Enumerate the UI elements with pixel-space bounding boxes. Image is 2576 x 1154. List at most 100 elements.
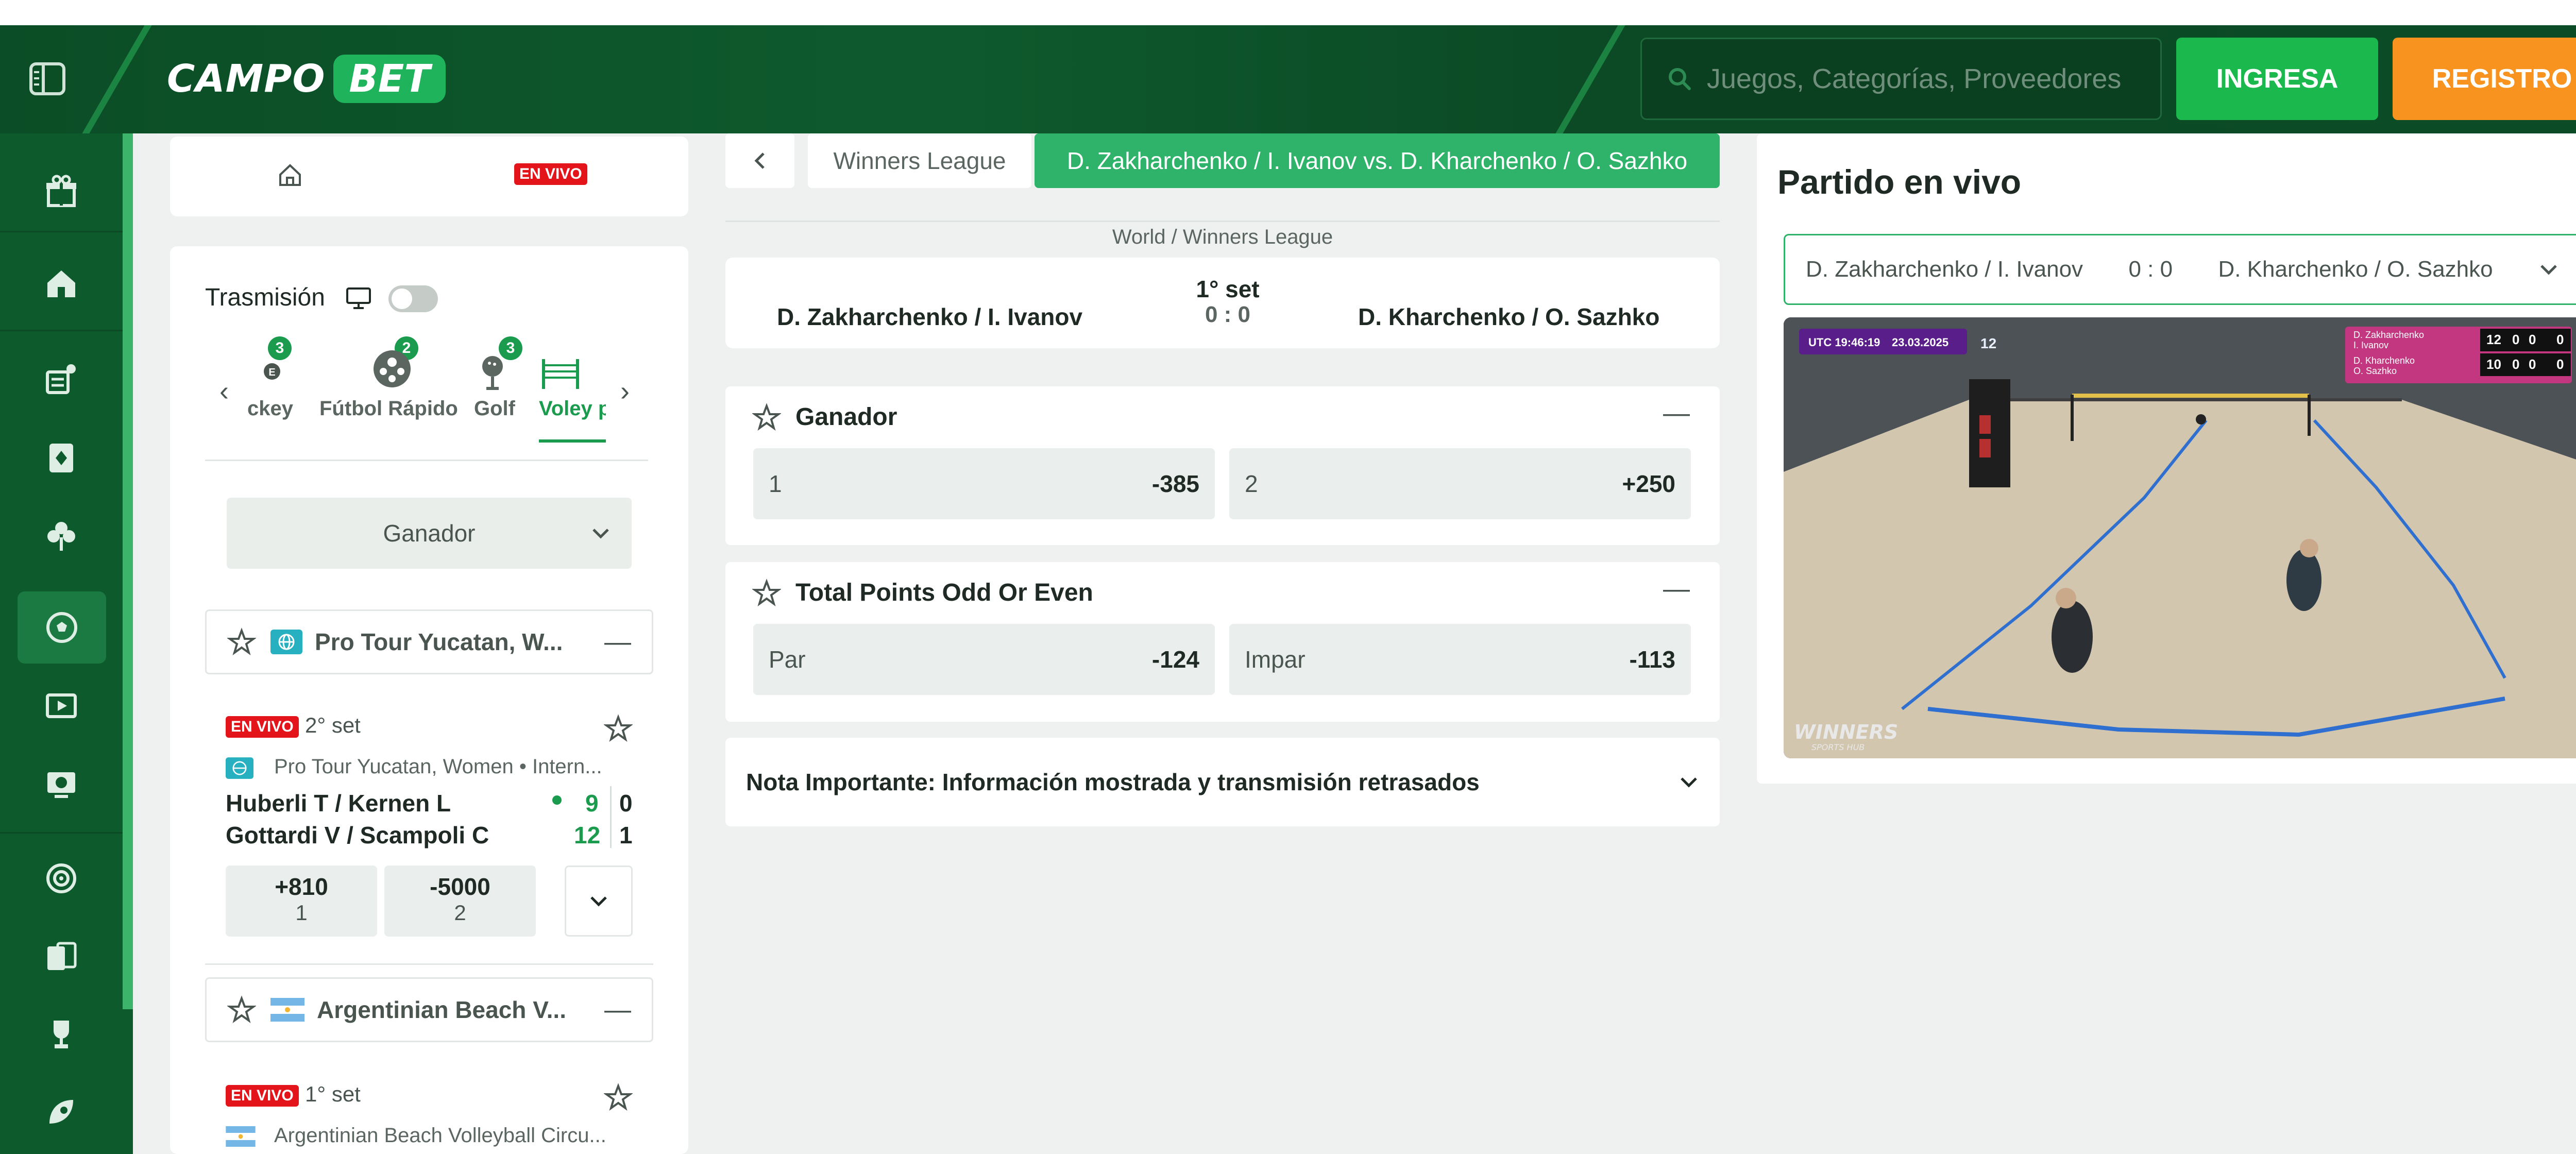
odds-value: +810	[275, 873, 328, 900]
event-divider	[205, 963, 653, 965]
selection-odds: -385	[1151, 470, 1199, 497]
sport-tab-label: ckey	[247, 397, 293, 420]
event-path: World / Winners League	[1112, 226, 1333, 248]
market-winner: Ganador — 1 -385 2 +250	[725, 386, 1720, 545]
home-icon[interactable]	[276, 161, 304, 189]
score-divider	[610, 786, 612, 848]
live-tab-badge[interactable]: EN VIVO	[514, 163, 587, 185]
login-button[interactable]: INGRESA	[2176, 38, 2378, 120]
video-t2-score: 0	[2529, 357, 2536, 372]
market-type-select[interactable]: Ganador	[227, 498, 632, 569]
rail-gift-icon[interactable]	[0, 155, 123, 227]
selection-odds: +250	[1622, 470, 1675, 497]
league-header-row[interactable]: Argentinian Beach V... —	[205, 977, 653, 1042]
live-video-player[interactable]: UTC 19:46:19 23.03.2025 D. Zakharchenko …	[1784, 317, 2576, 758]
quick-nav-card: EN VIVO	[170, 137, 688, 216]
international-flag-icon	[226, 757, 253, 779]
collapse-icon[interactable]: —	[604, 626, 631, 657]
collapse-icon[interactable]: —	[604, 994, 631, 1025]
live-badge: EN VIVO	[226, 1085, 299, 1107]
register-button[interactable]: REGISTRO	[2393, 38, 2576, 120]
international-flag-icon	[270, 630, 302, 654]
event-card[interactable]: EN VIVO 1° set Argentinian Beach Volleyb…	[205, 1064, 653, 1154]
brand-logo[interactable]: CAMPO BET	[167, 48, 446, 110]
league-header-row[interactable]: Pro Tour Yucatan, W... —	[205, 609, 653, 674]
tabs-divider	[205, 460, 648, 461]
search-input[interactable]	[1705, 62, 2160, 95]
sidebar-toggle-icon[interactable]	[27, 61, 68, 97]
rail-rocket-icon[interactable]	[0, 1077, 123, 1149]
rail-video-play-icon[interactable]	[0, 670, 123, 742]
odds-value: -5000	[430, 873, 490, 900]
rail-home-icon[interactable]	[0, 247, 123, 319]
odds-button-1[interactable]: +810 1	[226, 865, 377, 937]
team-2-name: Gottardi V / Scampoli C	[226, 822, 489, 848]
transmission-toggle[interactable]	[388, 285, 438, 312]
selection-odds: -124	[1151, 646, 1199, 673]
selection-odds: -113	[1629, 646, 1675, 673]
sport-tab-hockey[interactable]: 3 E ckey	[247, 336, 325, 450]
rail-clover-icon[interactable]	[0, 500, 123, 572]
collapse-icon[interactable]: —	[1663, 573, 1690, 604]
rail-virtual-soccer-icon[interactable]	[0, 748, 123, 820]
breadcrumb-match[interactable]: D. Zakharchenko / I. Ivanov vs. D. Kharc…	[1035, 133, 1720, 188]
active-tab-indicator	[539, 439, 606, 443]
logo-text-campo: CAMPO	[167, 57, 326, 101]
beach-volley-net-icon	[542, 359, 579, 389]
rail-sports-bet-icon[interactable]	[0, 343, 123, 415]
star-icon[interactable]	[227, 627, 256, 656]
important-note-text: Nota Importante: Información mostrada y …	[746, 769, 1480, 795]
sport-tab-golf[interactable]: 3 Golf	[474, 336, 541, 450]
live-match-select[interactable]: D. Zakharchenko / I. Ivanov 0 : 0 D. Kha…	[1784, 234, 2576, 305]
collapse-icon[interactable]: —	[1663, 398, 1690, 429]
chevron-down-icon	[590, 896, 607, 907]
league-name: Pro Tour Yucatan, W...	[315, 629, 563, 655]
favorite-star-icon[interactable]	[604, 1083, 633, 1112]
star-icon[interactable]	[752, 579, 781, 607]
selection-name: Impar	[1245, 646, 1306, 673]
current-set: 1° set	[1196, 276, 1260, 302]
sports-scroll-left-icon[interactable]: ‹	[219, 375, 229, 407]
more-markets-button[interactable]	[565, 865, 633, 937]
header-decoration	[82, 25, 152, 133]
live-match-away: D. Kharchenko / O. Sazhko	[2218, 257, 2493, 282]
breadcrumb-league[interactable]: Winners League	[808, 133, 1031, 188]
video-t2-score: 0	[2556, 357, 2564, 372]
selection-button[interactable]: 1 -385	[753, 448, 1215, 519]
odds-button-2[interactable]: -5000 2	[384, 865, 536, 937]
favorite-star-icon[interactable]	[604, 714, 633, 743]
video-court-number: 12	[1980, 335, 1996, 351]
sport-tab-futbol-rapido[interactable]: 2 Fútbol Rápido	[317, 336, 467, 450]
sport-tab-label: Fútbol Rápido	[319, 397, 458, 420]
important-note-accordion[interactable]: Nota Importante: Información mostrada y …	[725, 738, 1720, 826]
rail-soccer-ball-icon[interactable]	[18, 591, 106, 664]
rail-casino-icon[interactable]	[0, 421, 123, 494]
chevron-down-icon	[2540, 265, 2557, 275]
market-total-points-odd-even: Total Points Odd Or Even — Par -124 Impa…	[725, 562, 1720, 722]
video-date: 23.03.2025	[1892, 336, 1948, 349]
home-team: D. Zakharchenko / I. Ivanov	[777, 303, 1083, 330]
chevron-down-icon	[1681, 777, 1697, 788]
star-icon[interactable]	[227, 995, 256, 1024]
rail-trophy-icon[interactable]	[0, 998, 123, 1071]
sport-tab-volley-playa[interactable]: Voley p	[539, 336, 606, 450]
market-type-value: Ganador	[383, 520, 476, 547]
selection-button[interactable]: Par -124	[753, 624, 1215, 695]
rail-cards-icon[interactable]	[0, 921, 123, 993]
selection-button[interactable]: 2 +250	[1229, 448, 1691, 519]
sport-tab-label: Voley p	[539, 397, 606, 420]
scoreboard: D. Zakharchenko / I. Ivanov 1° set 0 : 0…	[725, 258, 1720, 348]
selection-button[interactable]: Impar -113	[1229, 624, 1691, 695]
chevron-left-icon	[754, 152, 765, 169]
team-1-name: Huberli T / Kernen L	[226, 790, 451, 817]
rail-target-icon[interactable]	[0, 842, 123, 914]
video-team2-player-b: O. Sazhko	[2353, 366, 2397, 376]
back-button[interactable]	[725, 133, 794, 188]
event-subtitle: Argentinian Beach Volleyball Circu...	[274, 1124, 606, 1147]
event-card[interactable]: EN VIVO 2° set Pro Tour Yucatan, Women •…	[205, 695, 653, 953]
rail-scrollbar[interactable]	[123, 133, 133, 1009]
argentina-flag-icon	[226, 1126, 256, 1147]
search-box[interactable]	[1640, 38, 2162, 120]
star-icon[interactable]	[752, 403, 781, 432]
sports-scroll-right-icon[interactable]: ›	[620, 375, 630, 407]
